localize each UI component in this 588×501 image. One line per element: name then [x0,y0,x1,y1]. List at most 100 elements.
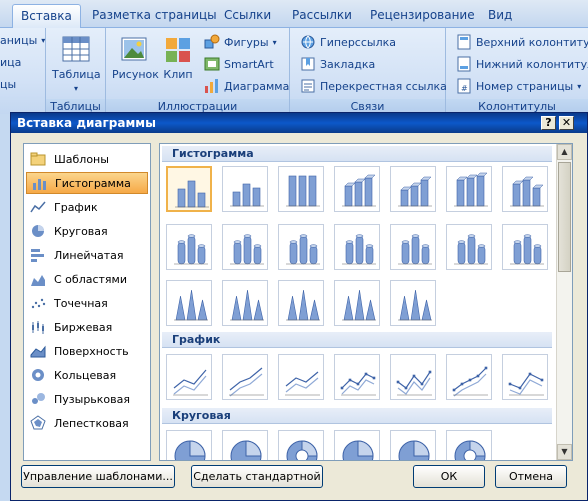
page-break-button[interactable]: цы [0,78,16,91]
bookmark-button[interactable]: Закладка [300,56,375,72]
gallery-scrollbar[interactable]: ▲ ▼ [556,144,572,460]
tab-references[interactable]: Ссылки [216,4,279,28]
chart-subtype-thumbnail[interactable] [166,354,212,400]
chart-type-label: Кольцевая [54,368,117,382]
page-number-button[interactable]: # Номер страницы ▾ [456,78,581,94]
pages-button[interactable]: аницы ▾ [0,34,45,47]
chart-subtype-thumbnail[interactable] [446,166,492,212]
chart-subtype-thumbnail[interactable] [446,354,492,400]
chart-preview-icon [454,234,488,265]
chart-subtype-thumbnail[interactable] [334,430,380,460]
chart-subtype-thumbnail[interactable] [446,430,492,460]
footer-button[interactable]: Нижний колонтитул▾ [456,56,588,72]
svg-text:#: # [461,84,468,93]
chart-subtype-thumbnail[interactable] [166,280,212,326]
close-button[interactable]: ✕ [559,116,574,130]
chart-type-label: Круговая [54,224,108,238]
clip-button[interactable]: Клип [160,34,196,81]
set-default-button[interactable]: Сделать стандартной [191,465,323,488]
chart-type-item[interactable]: Линейчатая [26,244,148,266]
chart-subtype-thumbnail[interactable] [446,224,492,270]
chart-subtype-thumbnail[interactable] [166,166,212,212]
chart-preview-icon [286,175,320,207]
chart-subtype-thumbnail[interactable] [334,166,380,212]
chart-subtype-thumbnail[interactable] [502,224,548,270]
chart-type-item[interactable]: Шаблоны [26,148,148,170]
chart-type-item[interactable]: График [26,196,148,218]
cancel-button[interactable]: Отмена [495,465,567,488]
chart-type-item[interactable]: Точечная [26,292,148,314]
chart-subtype-thumbnail[interactable] [222,430,268,460]
chart-subtype-thumbnail[interactable] [390,430,436,460]
chart-subtype-thumbnail[interactable] [390,166,436,212]
chart-subtype-thumbnail[interactable] [166,224,212,270]
blank-page-button[interactable]: ица [0,56,21,69]
chart-type-item[interactable]: Биржевая [26,316,148,338]
insert-chart-dialog: Вставка диаграммы ? ✕ Шаблоны Гистограмма… [10,112,588,501]
chart-subtype-thumbnail[interactable] [222,280,268,326]
chart-button[interactable]: Диаграмма [204,78,289,94]
chart-preview-icon [342,289,376,321]
chart-subtype-thumbnail[interactable] [390,354,436,400]
ok-button[interactable]: ОК [413,465,485,488]
tab-review[interactable]: Рецензирование [362,4,483,28]
hyperlink-button[interactable]: Гиперссылка [300,34,396,50]
chart-type-label: Точечная [54,296,108,310]
surface-chart-icon [30,345,46,358]
chart-preview-icon [398,176,432,207]
chart-type-label: Лепестковая [54,416,129,430]
table-button[interactable]: Таблица ▾ [52,34,101,94]
ribbon-tab-bar: Вставка Разметка страницы Ссылки Рассылк… [0,0,588,29]
tab-page-layout[interactable]: Разметка страницы [84,4,225,28]
chart-type-item[interactable]: С областями [26,268,148,290]
chart-type-label: Гистограмма [55,176,131,190]
chart-subtype-thumbnail[interactable] [222,354,268,400]
smartart-button[interactable]: SmartArt [204,56,274,72]
chart-subtype-thumbnail[interactable] [278,354,324,400]
header-button[interactable]: Верхний колонтитул▾ [456,34,588,50]
chart-subtype-thumbnail[interactable] [334,280,380,326]
chart-subtype-thumbnail[interactable] [502,166,548,212]
chart-preview-icon [174,440,206,460]
dialog-titlebar: Вставка диаграммы [11,113,587,133]
help-button[interactable]: ? [541,116,556,130]
scroll-thumb[interactable] [558,162,571,272]
shapes-button[interactable]: Фигуры ▾ [204,34,277,50]
chart-icon [205,79,218,93]
chart-subtype-thumbnail[interactable] [390,224,436,270]
chart-gallery: Гистограмма График Круговая ▲ ▼ [159,143,573,461]
picture-button[interactable]: Рисунок [112,34,159,81]
chart-type-item[interactable]: Кольцевая [26,364,148,386]
chart-subtype-thumbnail[interactable] [222,224,268,270]
chart-preview-icon [342,174,376,207]
chart-type-item[interactable]: Пузырьковая [26,388,148,410]
chart-subtype-thumbnail[interactable] [334,354,380,400]
picture-icon [121,37,147,61]
chart-type-item[interactable]: Круговая [26,220,148,242]
chart-type-item[interactable]: Лепестковая [26,412,148,434]
chart-preview-icon [510,234,544,265]
chart-subtype-thumbnail[interactable] [278,280,324,326]
scroll-down-arrow[interactable]: ▼ [557,444,572,460]
chart-preview-icon [398,440,430,460]
scroll-up-arrow[interactable]: ▲ [557,144,572,160]
chart-subtype-thumbnail[interactable] [390,280,436,326]
tab-view[interactable]: Вид [480,4,520,28]
chart-subtype-thumbnail[interactable] [502,354,548,400]
chart-subtype-thumbnail[interactable] [278,166,324,212]
chart-type-item[interactable]: Гистограмма [26,172,148,194]
chart-preview-icon [396,370,432,396]
chart-subtype-thumbnail[interactable] [278,224,324,270]
tab-mailings[interactable]: Рассылки [284,4,360,28]
chart-subtype-thumbnail[interactable] [334,224,380,270]
chart-subtype-thumbnail[interactable] [222,166,268,212]
chart-subtype-thumbnail[interactable] [278,430,324,460]
chart-subtype-thumbnail[interactable] [166,430,212,460]
tab-insert[interactable]: Вставка [12,4,81,29]
cross-reference-icon [301,79,315,93]
footer-icon [457,56,471,72]
clipart-icon [166,38,190,62]
manage-templates-button[interactable]: Управление шаблонами... [21,465,175,488]
cross-reference-button[interactable]: Перекрестная ссылка [300,78,447,94]
chart-type-item[interactable]: Поверхность [26,340,148,362]
